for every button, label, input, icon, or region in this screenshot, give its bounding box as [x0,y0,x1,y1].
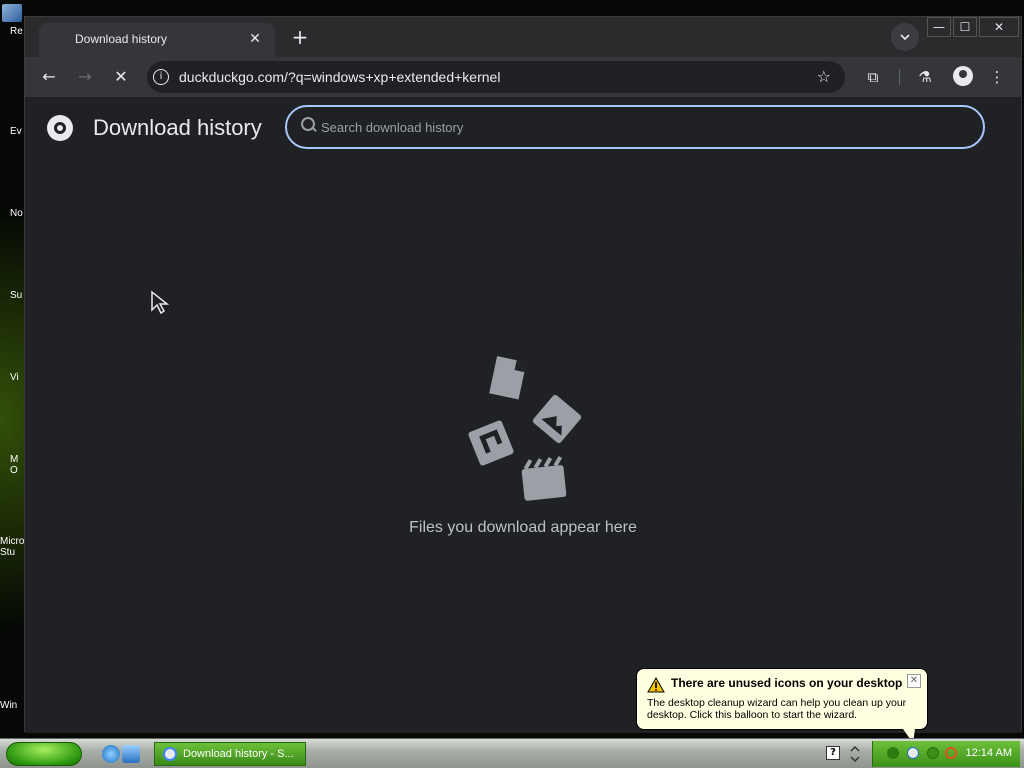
extensions-icon[interactable]: ⧉ [861,65,885,89]
download-search-box[interactable] [285,105,985,149]
desktop-icon-ev[interactable]: Ev [0,104,26,144]
audio-file-icon [468,420,514,466]
empty-state-message: Files you download appear here [409,519,637,536]
chevron-down-icon [900,34,910,41]
browser-toolbar: ← → ✕ i duckduckgo.com/?q=windows+xp+ext… [25,57,1021,97]
empty-downloads-illustration [468,356,582,501]
balloon-close-button[interactable]: ✕ [907,674,921,688]
chrome-logo-icon [47,115,73,141]
desktop-icon-vi[interactable]: Vi [0,350,26,390]
desktop-icon-no[interactable]: No [0,186,26,226]
balloon-title: There are unused icons on your desktop [671,676,903,690]
profile-avatar-icon[interactable] [953,66,973,86]
tab-strip: Download history ✕ + — ☐ ✕ [25,17,1021,57]
labs-flask-icon[interactable]: ⚗ [913,65,937,89]
mouse-cursor-icon [151,290,170,315]
desktop-icon-mo[interactable]: M O [0,432,26,476]
desktop-icon-label: Vi [10,372,19,383]
document-icon [489,356,525,400]
desktop-icon-label: Ev [10,126,22,137]
video-clapper-icon [521,456,567,501]
site-info-icon[interactable]: i [153,69,169,85]
search-input[interactable] [321,117,921,137]
desktop-icon-label: Micro Stu [0,536,25,558]
help-icon[interactable]: ? [826,746,840,760]
minimize-button[interactable]: — [927,17,951,37]
desktop-icon-label: Win [0,700,18,711]
desktop-icon-label: Re [10,26,23,37]
warning-icon [647,677,665,693]
desktop-icon-recycle-bin[interactable]: Re [0,4,26,44]
search-tray-icon[interactable] [945,747,957,759]
toolbar-divider [899,69,900,85]
tab-search-button[interactable] [891,23,919,51]
tab-download-history[interactable]: Download history ✕ [39,23,275,57]
back-button[interactable]: ← [37,65,61,89]
desktop-icon-label: Su [10,290,23,301]
page-title: Download history [93,115,262,140]
address-bar-url[interactable]: duckduckgo.com/?q=windows+xp+extended+ke… [179,69,500,85]
volume-icon[interactable] [927,747,939,759]
taskbar-item-download-history[interactable]: Download history - S... [154,742,306,766]
network-icon[interactable] [887,747,899,759]
taskbar-item-label: Download history - S... [183,748,294,760]
desktop-icon-win[interactable]: Win [0,678,26,718]
window-close-button[interactable]: ✕ [979,17,1019,37]
show-hidden-icons-icon[interactable] [848,745,862,763]
maximize-button[interactable]: ☐ [953,17,977,37]
security-shield-icon[interactable] [907,747,919,759]
search-icon [301,117,317,133]
desktop-icon-su[interactable]: Su [0,268,26,308]
taskbar: Download history - S... ? 12:14 AM [0,738,1024,768]
balloon-message: The desktop cleanup wizard can help you … [647,697,907,721]
downloads-page: Download history Files you downlo [25,97,1021,733]
bookmark-star-icon[interactable]: ☆ [817,67,831,86]
chrome-icon [163,747,177,761]
browser-window: Download history ✕ + — ☐ ✕ ← → ✕ i duckd… [24,16,1022,733]
notification-balloon[interactable]: There are unused icons on your desktop ✕… [636,668,928,743]
desktop-icon-label: No [10,208,23,219]
desktop-icon-label: M O [10,454,19,476]
tab-title: Download history [75,32,168,46]
menu-kebab-icon[interactable]: ⋮ [985,65,1009,89]
clock: 12:14 AM [965,747,1012,759]
outlook-express-icon[interactable] [122,745,140,763]
system-tray: 12:14 AM [872,741,1020,767]
desktop-icon-micro-stu[interactable]: Micro Stu [0,514,26,558]
image-file-icon [532,394,582,444]
close-icon[interactable]: ✕ [245,29,265,49]
start-button[interactable] [6,742,82,766]
new-tab-button[interactable]: + [287,25,313,51]
stop-loading-button[interactable]: ✕ [109,65,133,89]
internet-explorer-icon[interactable] [102,745,120,763]
address-bar[interactable]: i duckduckgo.com/?q=windows+xp+extended+… [147,61,845,93]
recycle-bin-icon [2,4,22,22]
forward-button[interactable]: → [73,65,97,89]
